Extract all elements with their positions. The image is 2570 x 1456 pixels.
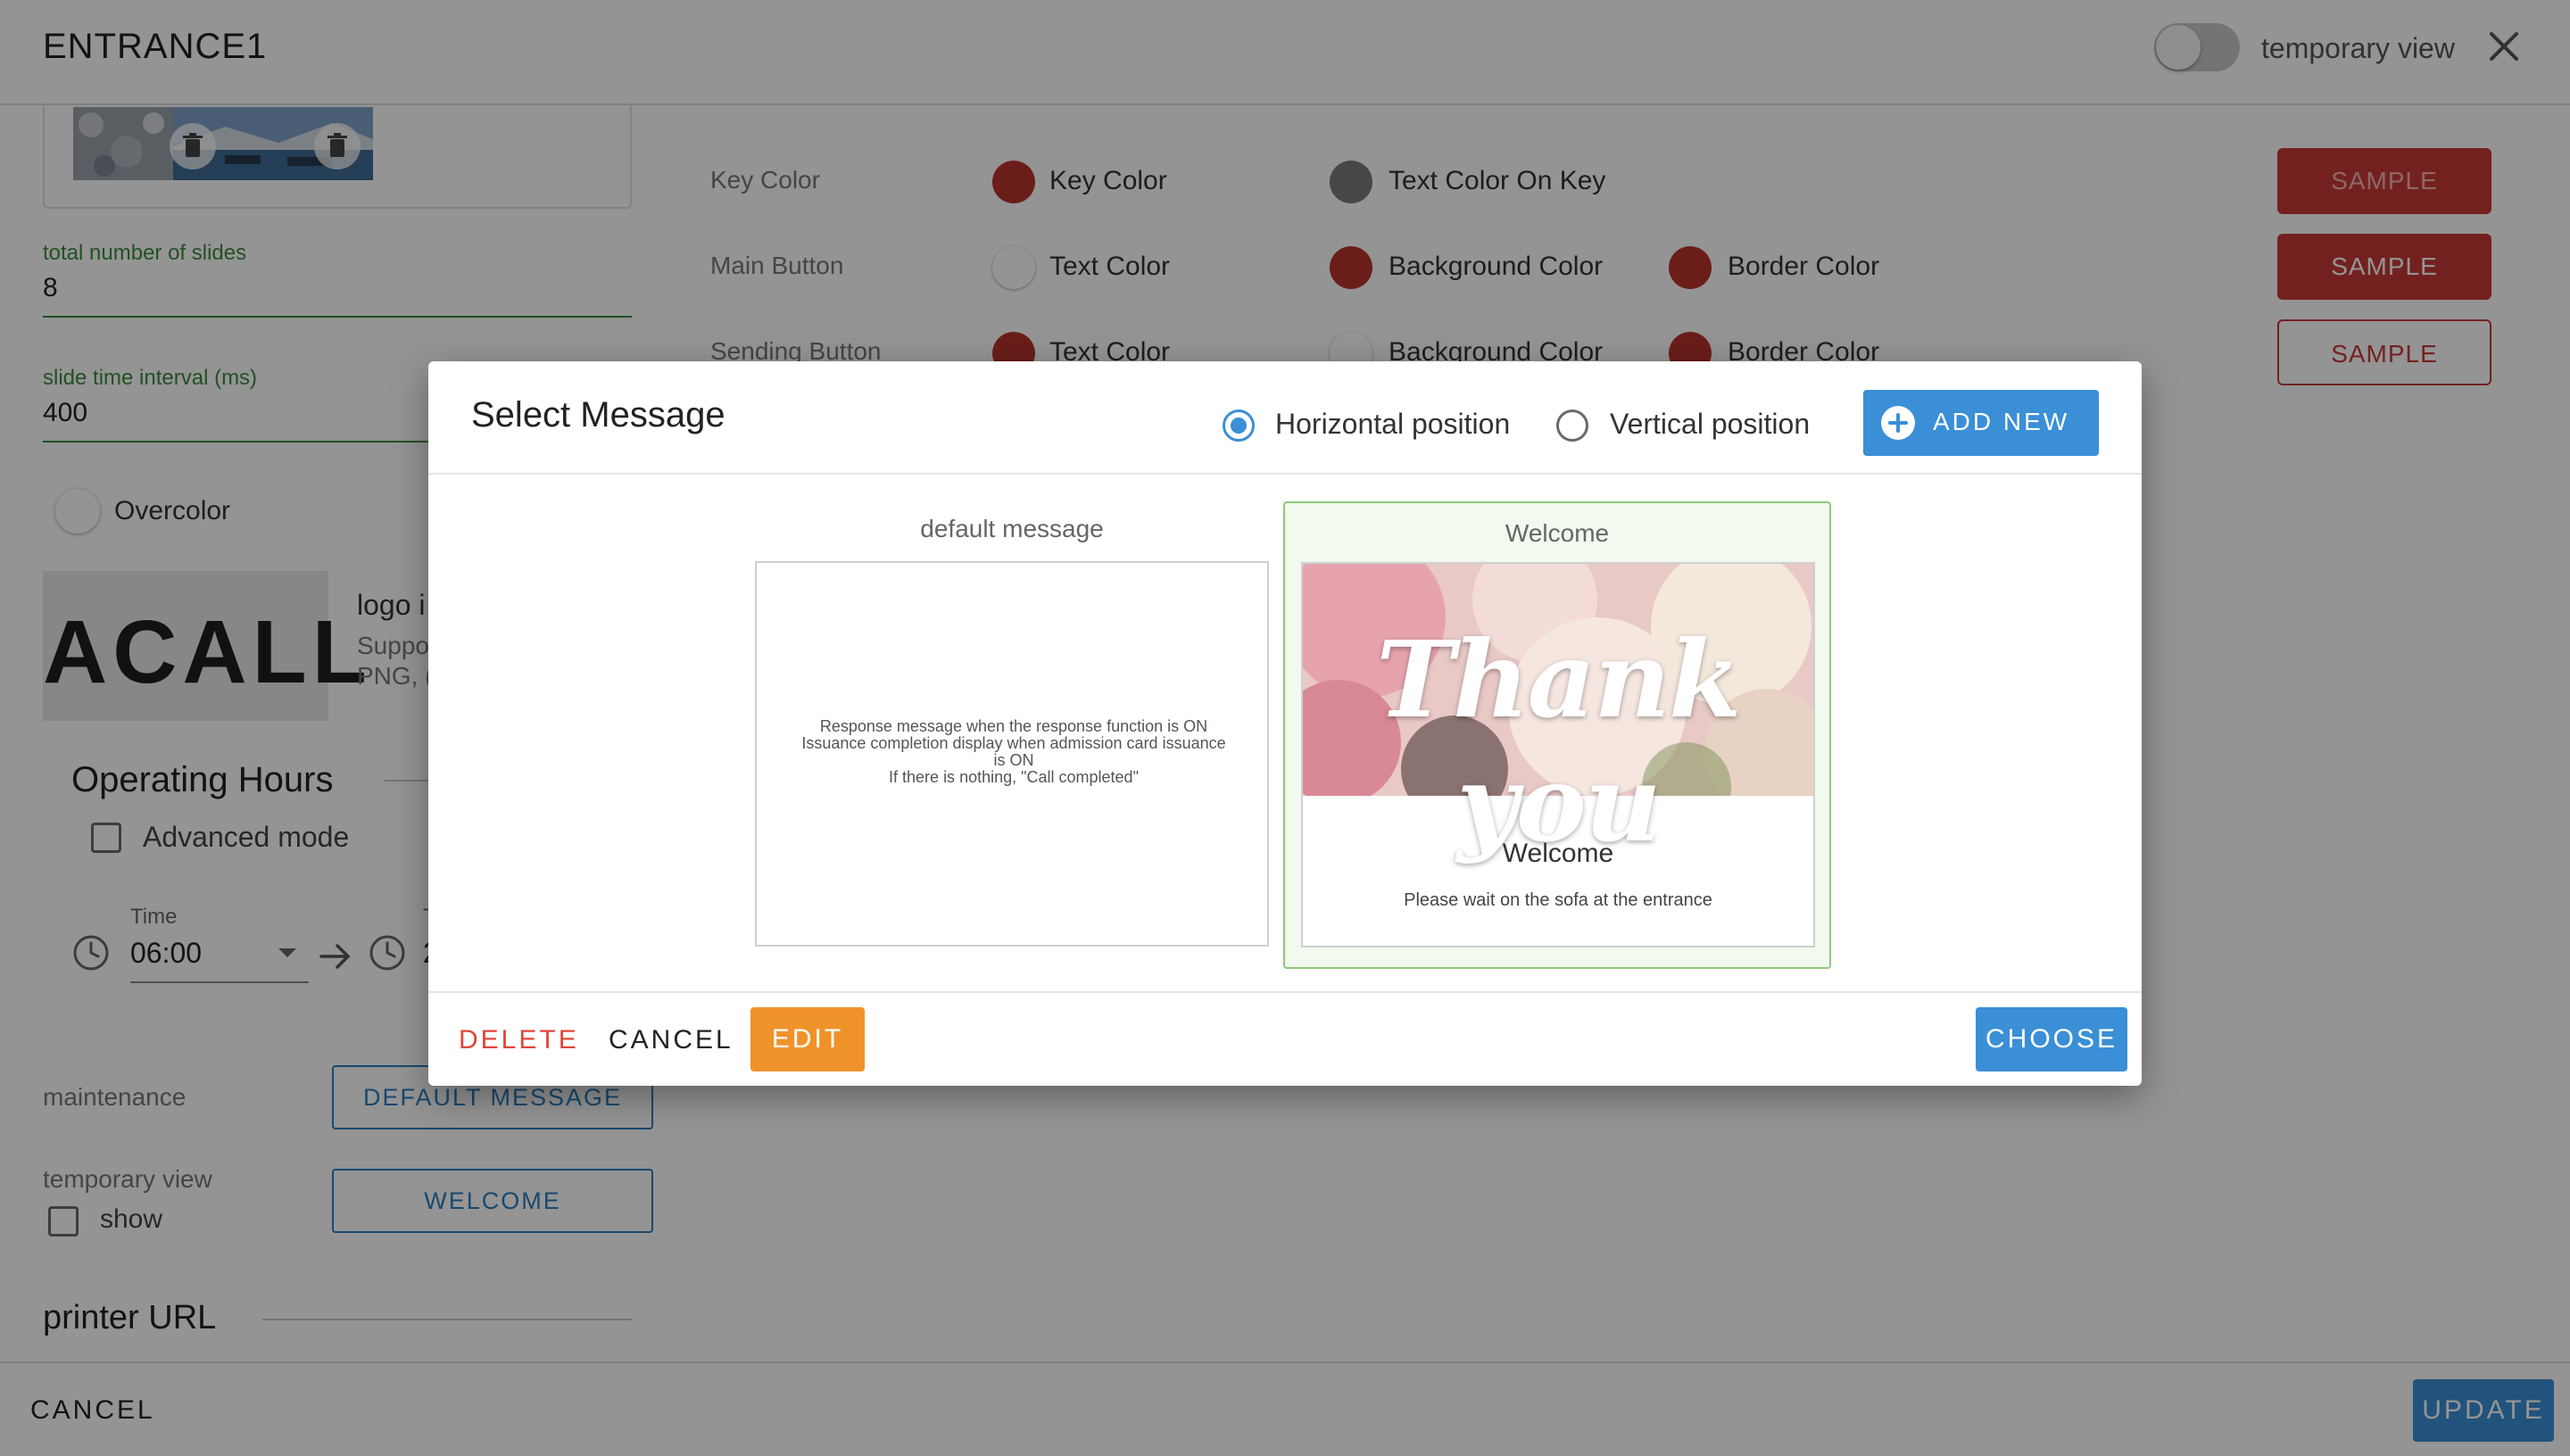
dialog-footer-divider [428,991,2142,993]
welcome-heading: Welcome [1502,839,1614,868]
add-new-label: ADD NEW [1933,408,2070,435]
message-line: Issuance completion display when admissi… [801,734,1226,752]
default-message-text: Response message when the response funct… [775,718,1253,786]
select-message-dialog: Select Message Horizontal position Verti… [428,361,2142,1086]
vertical-position-label: Vertical position [1610,408,1811,440]
welcome-message-preview: Thank you Welcome Please wait on the sof… [1301,562,1815,947]
horizontal-position-label: Horizontal position [1275,408,1511,440]
dialog-header-divider [428,473,2142,475]
edit-button[interactable]: EDIT [750,1007,865,1071]
card-title: default message [920,515,1104,542]
horizontal-position-radio[interactable] [1223,410,1255,442]
dialog-title: Select Message [471,395,725,434]
message-line: If there is nothing, "Call completed" [889,768,1139,786]
thank-you-image-text: Thank you [1376,617,1742,865]
dialog-cancel-button[interactable]: CANCEL [609,1025,734,1055]
add-new-button[interactable]: ADD NEW [1863,390,2099,456]
welcome-body: Please wait on the sofa at the entrance [1404,890,1712,910]
vertical-position-radio[interactable] [1556,410,1588,442]
default-message-card[interactable]: default message Response message when th… [755,515,1269,947]
message-line: is ON [993,751,1034,769]
settings-page: ENTRANCE1 temporary view total number of… [0,0,2570,1456]
plus-circle-icon [1881,406,1915,440]
welcome-message-card[interactable]: Welcome Thank you Welcome Please wait on… [1283,501,1831,969]
message-line: Response message when the response funct… [819,717,1208,735]
card-title: Welcome [1505,519,1610,547]
default-message-preview: Response message when the response funct… [755,561,1269,947]
delete-button[interactable]: DELETE [459,1025,579,1055]
choose-button[interactable]: CHOOSE [1976,1007,2127,1071]
